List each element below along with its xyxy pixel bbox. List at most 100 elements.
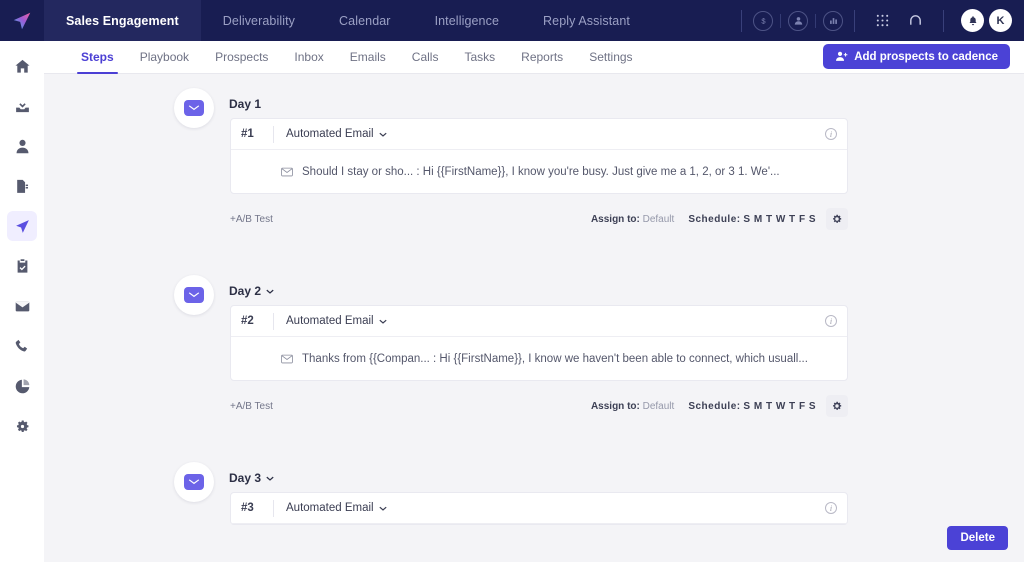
primary-nav: Sales Engagement Deliverability Calendar… [44,0,652,41]
left-sidebar [0,41,44,562]
topnav-item-deliverability[interactable]: Deliverability [201,0,317,41]
step-card-body[interactable]: Thanks from {{Compan... : Hi {{FirstName… [231,337,847,380]
assign-label: Assign to: [590,213,640,225]
day-label-3[interactable]: Day 3 [229,471,274,485]
step-settings-gear-button[interactable] [826,208,848,230]
tab-label: Calls [411,49,439,64]
top-bar: Sales Engagement Deliverability Calendar… [0,0,1024,41]
sidebar-item-reports[interactable] [7,371,37,401]
step-number: #1 [241,128,254,140]
schedule-label: Schedule: [688,400,741,412]
ab-test-button[interactable]: +A/B Test [230,401,273,412]
tab-label: Steps [81,49,114,64]
grid-apps-icon[interactable] [875,13,890,28]
email-preview-text: Should I stay or sho... : Hi {{FirstName… [302,165,780,178]
sidebar-item-calls[interactable] [7,331,37,361]
step-card-body[interactable]: Should I stay or sho... : Hi {{FirstName… [231,150,847,193]
steps-canvas: Day 1 #1 Automated Email i Should I stay… [44,74,1024,562]
step-badge [174,275,214,315]
chevron-down-icon [266,289,274,294]
person-icon [16,139,28,153]
topbar-actions: $ K [730,0,1024,41]
tab-playbook[interactable]: Playbook [127,41,202,74]
tab-inbox[interactable]: Inbox [281,41,336,74]
person-circle-icon[interactable] [788,10,808,31]
chevron-down-icon [378,132,387,137]
step-settings-gear-button[interactable] [826,395,848,417]
avatar-initial: K [996,14,1005,27]
chevron-down-icon [266,476,274,481]
notification-bell-button[interactable] [961,9,984,32]
topnav-item-reply-assistant[interactable]: Reply Assistant [521,0,652,41]
paper-plane-logo-icon [13,12,31,29]
app-logo[interactable] [0,0,44,41]
sidebar-item-settings[interactable] [7,411,37,441]
step-type-dropdown[interactable]: Automated Email [286,315,387,327]
assign-to[interactable]: Assign to: Default [591,401,674,412]
document-icon [16,179,28,193]
tab-label: Prospects [215,49,269,64]
sidebar-item-emails[interactable] [7,291,37,321]
person-plus-icon [836,51,848,61]
step-type-label: Automated Email [286,502,374,514]
sidebar-item-inbox[interactable] [7,91,37,121]
day-label-2[interactable]: Day 2 [229,284,274,298]
svg-text:$: $ [761,16,766,25]
clipboard-check-icon [17,258,27,273]
schedule[interactable]: Schedule: S M T W T F S [688,214,816,225]
tab-prospects[interactable]: Prospects [202,41,281,74]
step-number: #3 [241,502,254,514]
tab-label: Inbox [294,49,324,64]
info-icon[interactable]: i [825,128,837,140]
delete-button[interactable]: Delete [947,526,1008,550]
sidebar-item-contacts[interactable] [7,131,37,161]
tab-reports[interactable]: Reports [508,41,576,74]
schedule-days: S M T W T F S [743,213,816,225]
tab-calls[interactable]: Calls [399,41,452,74]
email-preview-text: Thanks from {{Compan... : Hi {{FirstName… [302,352,808,365]
tab-label: Reports [521,49,564,64]
divider [943,9,944,32]
envelope-icon [184,100,204,116]
step-type-dropdown[interactable]: Automated Email [286,128,387,140]
step-card-header: #1 Automated Email i [231,119,847,150]
step-type-label: Automated Email [286,315,374,327]
step-badge [174,88,214,128]
step-type-dropdown[interactable]: Automated Email [286,502,387,514]
headset-support-icon[interactable] [908,13,923,28]
tab-steps[interactable]: Steps [68,41,127,74]
assign-to[interactable]: Assign to: Default [591,214,674,225]
assign-value: Default [642,400,675,412]
chevron-down-icon [378,319,387,324]
chevron-down-icon [378,506,387,511]
topnav-item-intelligence[interactable]: Intelligence [413,0,521,41]
gear-icon [16,420,28,432]
day-label-text: Day 1 [229,97,262,111]
chart-circle-icon[interactable] [823,10,843,31]
schedule[interactable]: Schedule: S M T W T F S [688,401,816,412]
sidebar-item-cadences[interactable] [7,211,37,241]
envelope-outline-icon [281,354,293,364]
tab-settings[interactable]: Settings [576,41,645,74]
tab-emails[interactable]: Emails [337,41,399,74]
paper-plane-icon [15,219,29,233]
topnav-item-calendar[interactable]: Calendar [317,0,413,41]
info-icon[interactable]: i [825,315,837,327]
info-icon[interactable]: i [825,502,837,514]
step-card-1: #1 Automated Email i Should I stay or sh… [230,118,848,194]
ab-test-button[interactable]: +A/B Test [230,214,273,225]
envelope-icon [184,287,204,303]
envelope-icon [184,474,204,490]
day-label-1[interactable]: Day 1 [229,97,261,111]
gear-icon [833,401,842,410]
dollar-circle-icon[interactable]: $ [753,10,773,31]
sidebar-item-tasks[interactable] [7,251,37,281]
add-prospects-to-cadence-button[interactable]: Add prospects to cadence [823,44,1010,69]
sidebar-item-home[interactable] [7,51,37,81]
tab-tasks[interactable]: Tasks [451,41,508,74]
divider [273,125,274,143]
user-avatar[interactable]: K [989,9,1012,32]
topnav-item-sales-engagement[interactable]: Sales Engagement [44,0,201,41]
sidebar-item-templates[interactable] [7,171,37,201]
day-label-text: Day 3 [229,471,262,485]
